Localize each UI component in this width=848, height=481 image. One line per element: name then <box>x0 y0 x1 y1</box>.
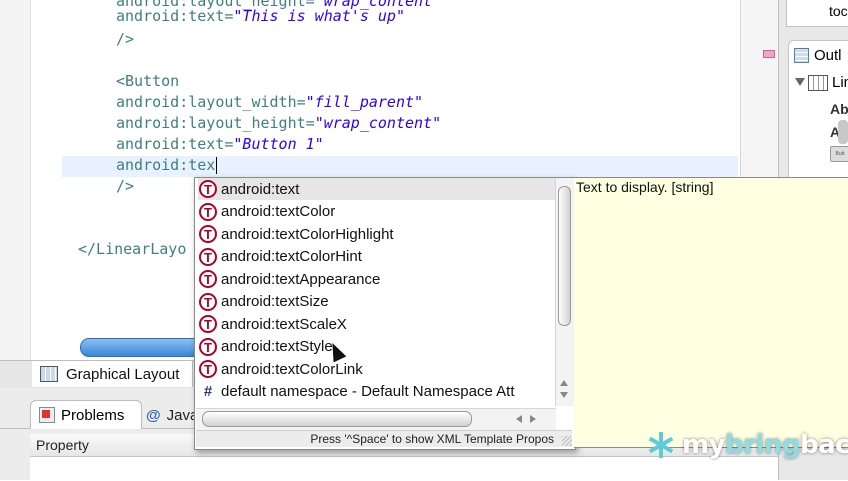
resize-grip-icon[interactable] <box>562 436 572 446</box>
text-attribute-icon: T <box>199 360 217 378</box>
watermark-bring: bring <box>725 430 801 460</box>
text-attribute-icon: T <box>199 315 217 333</box>
autocomplete-item[interactable]: Tandroid:textColorHighlight <box>198 223 556 245</box>
autocomplete-item[interactable]: Tandroid:textColorHint <box>198 246 556 268</box>
text-attribute-icon: T <box>199 247 217 266</box>
code-attribute: <Button <box>116 72 180 90</box>
autocomplete-item-label: android:textScaleX <box>221 315 347 333</box>
scroll-down-arrow-icon[interactable] <box>560 392 568 398</box>
text-attribute-icon: T <box>199 292 217 311</box>
code-attribute: /> <box>116 30 135 48</box>
right-top-label: toc <box>829 3 848 19</box>
tab-graphical-layout[interactable]: Graphical Layout <box>32 361 193 387</box>
autocomplete-item[interactable]: Tandroid:textColorLink <box>198 358 556 380</box>
watermark-back: back <box>800 430 848 460</box>
documentation-text: Text to display. [string] <box>576 179 714 195</box>
autocomplete-item[interactable]: # default namespace - Default Namespace A… <box>198 381 556 403</box>
tab-problems-label: Problems <box>61 406 125 424</box>
documentation-popup <box>574 177 848 448</box>
tree-button-preview[interactable]: Butt <box>830 146 848 162</box>
text-attribute-icon: T <box>199 202 217 221</box>
tree-root-label[interactable]: Lin <box>832 74 848 91</box>
javadoc-at-icon: @ <box>146 406 161 424</box>
scroll-up-arrow-icon[interactable] <box>560 380 568 386</box>
text-caret <box>216 157 218 174</box>
tab-outline[interactable]: Outl <box>788 40 848 70</box>
text-attribute-icon: T <box>199 270 217 288</box>
autocomplete-item-label: default namespace - Default Namespace At… <box>221 383 515 400</box>
autocomplete-item[interactable]: Tandroid:textAppearance <box>198 268 556 290</box>
autocomplete-hscroll-thumb[interactable] <box>202 411 472 427</box>
code-line[interactable]: /> <box>78 29 134 50</box>
overview-marker[interactable] <box>763 50 775 58</box>
autocomplete-item[interactable]: Tandroid:textScaleX <box>198 313 556 335</box>
code-line[interactable]: android:layout_width="fill_parent" <box>78 92 423 113</box>
code-line[interactable]: </LinearLayo <box>78 239 186 260</box>
autocomplete-item-label: android:textColorLink <box>221 360 363 378</box>
tree-child-1[interactable]: Ab <box>830 101 848 117</box>
linear-layout-icon <box>808 75 828 91</box>
autocomplete-item-label: android:textColor <box>221 203 336 220</box>
outline-icon <box>794 47 809 63</box>
code-line[interactable]: /> <box>78 176 134 197</box>
code-line[interactable]: android:layout_height="wrap_content" <box>78 113 441 134</box>
tab-outline-label: Outl <box>814 46 842 64</box>
watermark-logo-icon <box>646 430 676 460</box>
autocomplete-item-label: android:textStyle <box>221 338 333 355</box>
code-value: "wrap_content" <box>314 114 442 132</box>
autocomplete-item-label: android:textSize <box>221 293 329 310</box>
code-line[interactable]: android:text="This is what's up" <box>78 6 405 27</box>
autocomplete-item[interactable]: Tandroid:text <box>198 178 556 200</box>
watermark-my: my <box>682 430 726 460</box>
scroll-left-arrow-icon[interactable] <box>516 415 522 423</box>
right-top-view[interactable]: toc <box>786 0 848 27</box>
autocomplete-item[interactable]: Tandroid:textStyle <box>198 336 556 358</box>
tab-graphical-layout-label: Graphical Layout <box>66 365 180 383</box>
autocomplete-item[interactable]: Tandroid:textColor <box>198 201 556 223</box>
namespace-hash-icon: # <box>203 383 213 400</box>
outline-scrollbar[interactable] <box>838 120 848 144</box>
code-attribute: android:layout_height= <box>116 114 315 132</box>
property-column-header[interactable]: Property <box>36 437 89 453</box>
code-value: "This is what's up" <box>233 7 405 25</box>
watermark-text: mybringback <box>682 430 848 460</box>
code-attribute: android:text= <box>116 135 234 153</box>
watermark: mybringback <box>646 430 848 460</box>
text-attribute-icon: T <box>199 337 217 356</box>
layout-grid-icon <box>40 366 58 382</box>
code-attribute: </LinearLayo <box>78 240 187 258</box>
autocomplete-scroll-thumb[interactable] <box>558 186 571 326</box>
editor-gutter <box>0 0 31 360</box>
problems-icon <box>39 407 55 423</box>
autocomplete-item-label: android:text <box>221 180 300 198</box>
code-line[interactable]: android:tex <box>78 155 218 176</box>
tree-expand-icon[interactable] <box>795 78 805 86</box>
code-line[interactable]: android:text="Button 1" <box>78 134 324 155</box>
code-attribute: android:text= <box>116 7 234 25</box>
text-attribute-icon: T <box>199 225 217 243</box>
autocomplete-item[interactable]: Tandroid:textSize <box>198 291 556 313</box>
autocomplete-status-hint: Press '^Space' to show XML Template Prop… <box>196 430 572 447</box>
autocomplete-item-label: android:textColorHighlight <box>221 225 394 243</box>
code-attribute: android:layout_width= <box>116 93 306 111</box>
text-attribute-icon: T <box>199 180 217 198</box>
code-line[interactable]: <Button <box>78 71 179 92</box>
code-attribute: /> <box>116 177 135 195</box>
tab-problems[interactable]: Problems <box>30 400 142 429</box>
code-value: "fill_parent" <box>305 93 424 111</box>
autocomplete-item-label: android:textColorHint <box>221 248 362 265</box>
tab-javadoc[interactable]: @ Java <box>146 404 198 426</box>
autocomplete-item-label: android:textAppearance <box>221 270 381 288</box>
code-attribute: android:tex <box>116 156 216 174</box>
scroll-right-arrow-icon[interactable] <box>530 415 536 423</box>
code-value: "Button 1" <box>233 135 324 153</box>
